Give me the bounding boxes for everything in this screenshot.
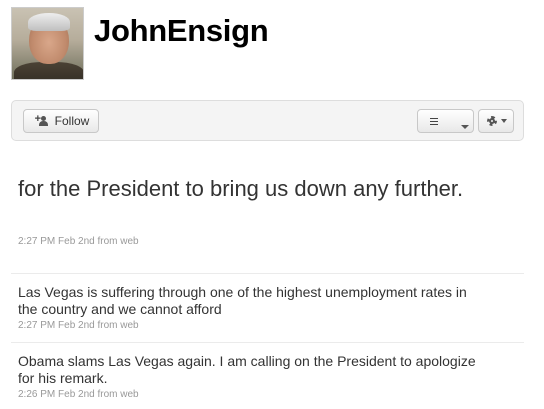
profile-avatar[interactable] [11, 7, 84, 80]
tweet-meta: 2:27 PM Feb 2nd from web [18, 320, 139, 331]
timeline-divider [11, 273, 524, 274]
settings-menu-button[interactable] [478, 109, 514, 133]
add-user-icon: + [35, 114, 49, 127]
featured-tweet-text: for the President to bring us down any f… [18, 176, 464, 201]
tweet-source: from web [97, 236, 139, 247]
tweet-meta: 2:26 PM Feb 2nd from web [18, 389, 139, 400]
tweet-timestamp[interactable]: 2:27 PM Feb 2nd [18, 320, 95, 331]
tweet-timestamp[interactable]: 2:27 PM Feb 2nd [18, 236, 95, 247]
featured-tweet-meta: 2:27 PM Feb 2nd from web [18, 236, 139, 247]
tweet-timestamp[interactable]: 2:26 PM Feb 2nd [18, 389, 95, 400]
avatar-shoulders [14, 62, 83, 79]
profile-action-bar: + Follow [11, 100, 524, 141]
profile-screen-name: JohnEnsign [94, 13, 269, 48]
follow-button-label: Follow [54, 114, 90, 128]
gear-icon [486, 115, 498, 127]
avatar-hair [28, 13, 70, 31]
tweet-text: Obama slams Las Vegas again. I am callin… [18, 353, 476, 386]
tweet-text: Las Vegas is suffering through one of th… [18, 284, 467, 317]
timeline-divider [11, 342, 524, 343]
list-icon [430, 117, 438, 125]
follow-button[interactable]: + Follow [23, 109, 99, 133]
list-menu-button[interactable] [417, 109, 474, 133]
tweet-source: from web [97, 389, 139, 400]
tweet-source: from web [97, 320, 139, 331]
chevron-down-icon [500, 119, 507, 123]
chevron-down-icon [461, 125, 469, 129]
